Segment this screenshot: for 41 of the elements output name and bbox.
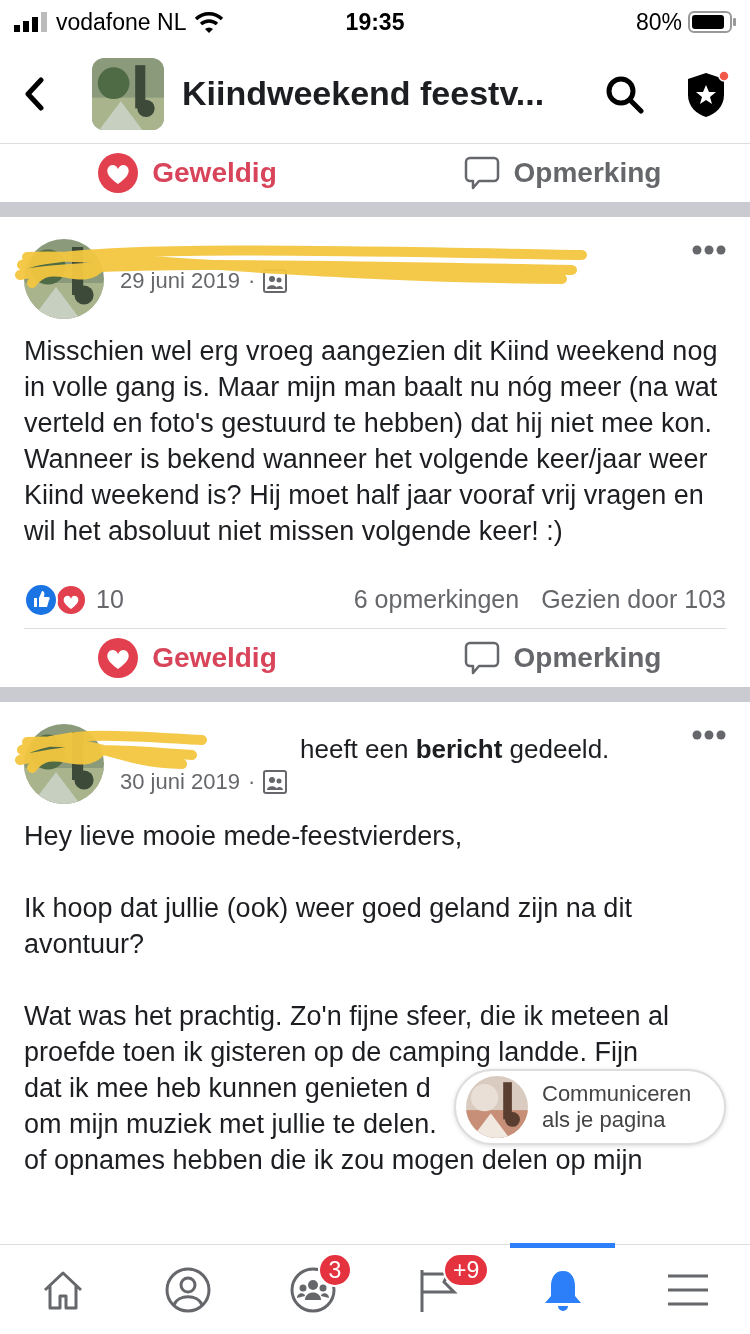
post-date: 30 juni 2019 bbox=[120, 768, 240, 795]
post-text-line: of opnames hebben die ik zou mogen delen op mijn bbox=[24, 1144, 643, 1177]
battery-icon bbox=[688, 11, 736, 33]
chip-label: Communiceren als je pagina bbox=[542, 1081, 693, 1133]
more-icon[interactable] bbox=[692, 245, 726, 255]
separator-dot: · bbox=[247, 268, 256, 294]
comment-count: 6 opmerkingen bbox=[353, 585, 520, 614]
view-count: Gezien door 103 bbox=[541, 585, 726, 614]
clock-time: 19:35 bbox=[344, 8, 406, 36]
comment-icon bbox=[463, 640, 500, 676]
reaction-count: 10 bbox=[96, 585, 124, 614]
group-members-icon bbox=[263, 769, 288, 794]
carrier-name: vodafone NL bbox=[56, 8, 187, 36]
battery-percent: 80% bbox=[635, 8, 682, 36]
more-icon[interactable] bbox=[692, 730, 726, 740]
post-text-line: Wat was het prachtig. Zo'n fijne sfeer, die ik meteen al bbox=[24, 1000, 669, 1033]
post-text-line: om mijn muziek met jullie te delen. bbox=[24, 1108, 437, 1141]
page-switch-chip[interactable]: Communiceren als je pagina bbox=[454, 1069, 726, 1145]
notification-badge: 3 bbox=[318, 1253, 352, 1287]
comment-button[interactable]: Opmerking bbox=[375, 155, 750, 191]
love-button[interactable]: Geweldig bbox=[0, 638, 375, 678]
post-date: 29 juni 2019 bbox=[120, 268, 240, 294]
flag-tab[interactable]: +9 bbox=[375, 1245, 500, 1334]
notification-badge: +9 bbox=[443, 1253, 490, 1287]
comment-button[interactable]: Opmerking bbox=[375, 640, 750, 676]
wifi-icon bbox=[194, 11, 225, 33]
post-text: Misschien wel erg vroeg aangezien dit Kiind weekend nog in volle gang is. Maar mijn man baalt nu nóg meer (na wat verteld en foto's gestuurd te hebben) dat hij niet mee kon. Wanneer is bekend wanneer het volgende keer/jaar weer Kiind weekend is? Hij moet half jaar vooraf vrij vragen en wil het absoluut niet missen volgende keer! :) bbox=[24, 335, 719, 548]
post-text: Hey lieve mooie mede-feestvierders, bbox=[24, 820, 464, 853]
like-love-reactions-icon bbox=[24, 582, 88, 617]
author-line: heeft een bericht gedeeld. bbox=[300, 733, 610, 765]
post-text: Ik hoop dat jullie (ook) weer goed geland zijn na dit avontuur? bbox=[24, 892, 633, 961]
signal-icon bbox=[14, 12, 48, 32]
group-title: Kiindweekend feestv... bbox=[182, 74, 546, 113]
groups-tab[interactable]: 3 bbox=[250, 1245, 375, 1334]
love-button[interactable]: Geweldig bbox=[0, 153, 375, 193]
comment-icon bbox=[463, 155, 500, 191]
post-text-line: proefde toen ik gisteren op de camping landde. Fijn bbox=[24, 1036, 638, 1069]
post-text-line: dat ik mee heb kunnen genieten d bbox=[24, 1072, 431, 1105]
separator-dot: · bbox=[247, 768, 256, 795]
back-icon[interactable] bbox=[24, 76, 44, 111]
profile-icon bbox=[163, 1265, 212, 1314]
